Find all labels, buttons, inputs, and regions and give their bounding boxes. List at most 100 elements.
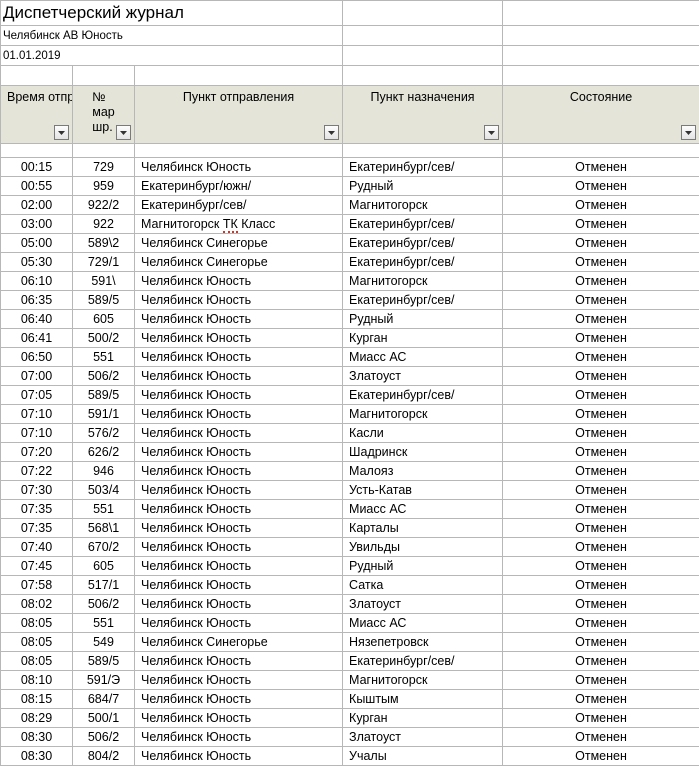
cell-departure: Челябинск Юность (135, 557, 343, 576)
cell-departure: Челябинск Синегорье (135, 234, 343, 253)
table-row: 06:41500/2Челябинск ЮностьКурганОтменен (1, 329, 699, 348)
cell-route: 946 (73, 462, 135, 481)
cell-destination: Курган (343, 709, 503, 728)
table-row: 08:30804/2Челябинск ЮностьУчалыОтменен (1, 747, 699, 766)
cell-state: Отменен (503, 538, 699, 557)
table-row: 08:10591/ЭЧелябинск ЮностьМагнитогорскОт… (1, 671, 699, 690)
cell-state: Отменен (503, 671, 699, 690)
filter-dropdown-departure[interactable] (324, 125, 339, 140)
cell-state: Отменен (503, 690, 699, 709)
cell-time: 08:15 (1, 690, 73, 709)
cell-state: Отменен (503, 158, 699, 177)
filter-dropdown-destination[interactable] (484, 125, 499, 140)
cell-time: 08:29 (1, 709, 73, 728)
cell-destination: Миасс АС (343, 614, 503, 633)
table-row: 06:40605Челябинск ЮностьРудныйОтменен (1, 310, 699, 329)
cell-state: Отменен (503, 595, 699, 614)
filter-dropdown-state[interactable] (681, 125, 696, 140)
filter-dropdown-route[interactable] (116, 125, 131, 140)
cell-destination: Карталы (343, 519, 503, 538)
page-title: Диспетчерский журнал (1, 1, 343, 26)
cell-route: 506/2 (73, 728, 135, 747)
cell-state: Отменен (503, 652, 699, 671)
cell-departure: Челябинск Юность (135, 519, 343, 538)
cell-state: Отменен (503, 310, 699, 329)
cell-destination: Златоуст (343, 595, 503, 614)
cell-destination: Миасс АС (343, 348, 503, 367)
cell-route: 922 (73, 215, 135, 234)
cell-route: 591/Э (73, 671, 135, 690)
table-row: 08:02506/2Челябинск ЮностьЗлатоустОтмене… (1, 595, 699, 614)
cell-departure: Челябинск Юность (135, 709, 343, 728)
cell-departure: Челябинск Синегорье (135, 633, 343, 652)
table-row: 08:15684/7Челябинск ЮностьКыштымОтменен (1, 690, 699, 709)
cell-state: Отменен (503, 234, 699, 253)
table-row: 05:30729/1Челябинск СинегорьеЕкатеринбур… (1, 253, 699, 272)
table-row: 07:45605Челябинск ЮностьРудныйОтменен (1, 557, 699, 576)
header-departure: Пункт отправления (135, 86, 343, 144)
cell-destination: Учалы (343, 747, 503, 766)
cell-route: 684/7 (73, 690, 135, 709)
cell-time: 08:10 (1, 671, 73, 690)
cell-state: Отменен (503, 557, 699, 576)
cell-destination: Магнитогорск (343, 272, 503, 291)
cell-departure: Челябинск Юность (135, 671, 343, 690)
cell-route: 589/5 (73, 652, 135, 671)
cell-time: 06:35 (1, 291, 73, 310)
table-row: 07:10591/1Челябинск ЮностьМагнитогорскОт… (1, 405, 699, 424)
table-row: 08:05551Челябинск ЮностьМиасс АСОтменен (1, 614, 699, 633)
cell-state: Отменен (503, 367, 699, 386)
cell-departure: Челябинск Юность (135, 291, 343, 310)
cell-departure: Челябинск Юность (135, 310, 343, 329)
table-header-row: Время отпр. № мар шр. Пункт отправления … (1, 86, 699, 144)
cell-route: 500/2 (73, 329, 135, 348)
cell-state: Отменен (503, 443, 699, 462)
cell-state: Отменен (503, 272, 699, 291)
dispatch-log-table: Диспетчерский журнал Челябинск АВ Юность… (0, 0, 699, 766)
cell-departure: Челябинск Юность (135, 462, 343, 481)
filter-dropdown-time[interactable] (54, 125, 69, 140)
cell-departure: Челябинск Юность (135, 652, 343, 671)
cell-departure: Челябинск Юность (135, 272, 343, 291)
cell-state: Отменен (503, 405, 699, 424)
table-row: 07:00506/2Челябинск ЮностьЗлатоустОтмене… (1, 367, 699, 386)
cell-state: Отменен (503, 709, 699, 728)
cell-time: 07:35 (1, 519, 73, 538)
cell-route: 506/2 (73, 595, 135, 614)
cell-departure: Челябинск Юность (135, 747, 343, 766)
cell-destination: Екатеринбург/сев/ (343, 253, 503, 272)
cell-state: Отменен (503, 728, 699, 747)
cell-route: 551 (73, 614, 135, 633)
table-row: 07:30503/4Челябинск ЮностьУсть-КатавОтме… (1, 481, 699, 500)
cell-departure: Челябинск Юность (135, 424, 343, 443)
cell-state: Отменен (503, 291, 699, 310)
cell-time: 07:20 (1, 443, 73, 462)
cell-destination: Екатеринбург/сев/ (343, 215, 503, 234)
cell-destination: Миасс АС (343, 500, 503, 519)
header-route: № мар шр. (73, 86, 135, 144)
cell-route: 605 (73, 557, 135, 576)
cell-destination: Екатеринбург/сев/ (343, 234, 503, 253)
table-row: 07:40670/2Челябинск ЮностьУвильдыОтменен (1, 538, 699, 557)
cell-departure: Челябинск Юность (135, 158, 343, 177)
cell-destination: Сатка (343, 576, 503, 595)
cell-departure: Челябинск Юность (135, 576, 343, 595)
cell-departure: Екатеринбург/южн/ (135, 177, 343, 196)
cell-time: 08:05 (1, 614, 73, 633)
cell-destination: Рудный (343, 557, 503, 576)
cell-state: Отменен (503, 481, 699, 500)
table-row: 08:05549Челябинск СинегорьеНязепетровскО… (1, 633, 699, 652)
cell-time: 08:02 (1, 595, 73, 614)
cell-departure: Екатеринбург/сев/ (135, 196, 343, 215)
cell-route: 551 (73, 500, 135, 519)
cell-time: 02:00 (1, 196, 73, 215)
cell-time: 07:22 (1, 462, 73, 481)
cell-state: Отменен (503, 633, 699, 652)
cell-destination: Екатеринбург/сев/ (343, 291, 503, 310)
cell-time: 06:50 (1, 348, 73, 367)
cell-state: Отменен (503, 253, 699, 272)
header-time: Время отпр. (1, 86, 73, 144)
cell-route: 729 (73, 158, 135, 177)
cell-route: 517/1 (73, 576, 135, 595)
cell-departure: Челябинск Синегорье (135, 253, 343, 272)
